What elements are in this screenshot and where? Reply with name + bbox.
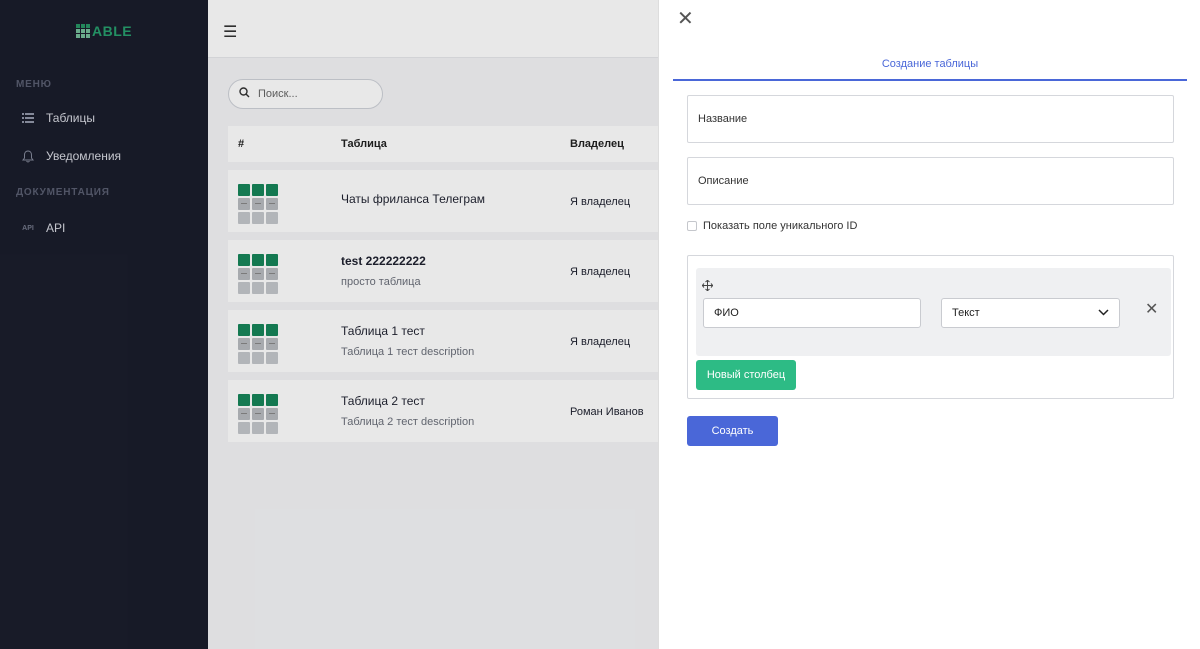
- name-field[interactable]: Название: [687, 95, 1174, 143]
- column-name-value: ФИО: [714, 307, 739, 319]
- drag-handle-icon[interactable]: [701, 279, 714, 294]
- modal-backdrop[interactable]: [0, 0, 658, 649]
- unique-id-option[interactable]: Показать поле уникального ID: [687, 220, 857, 232]
- unique-id-label: Показать поле уникального ID: [703, 220, 858, 232]
- columns-editor: ФИО Текст ✕ Новый столбец: [687, 255, 1174, 399]
- name-placeholder: Название: [698, 113, 748, 125]
- chevron-down-icon: [1098, 307, 1109, 319]
- create-button[interactable]: Создать: [687, 416, 778, 446]
- description-placeholder: Описание: [698, 175, 749, 187]
- tab-underline: [673, 79, 1187, 81]
- tab-create-table[interactable]: Создание таблицы: [673, 58, 1187, 70]
- new-column-button[interactable]: Новый столбец: [696, 360, 796, 390]
- description-field[interactable]: Описание: [687, 157, 1174, 205]
- remove-column-icon[interactable]: ✕: [1145, 302, 1158, 318]
- column-row: ФИО Текст ✕: [696, 268, 1171, 356]
- column-type-value: Текст: [952, 307, 980, 319]
- create-table-drawer: ✕ Создание таблицы Название Описание Пок…: [658, 0, 1200, 649]
- close-icon[interactable]: ✕: [677, 9, 694, 29]
- column-type-select[interactable]: Текст: [941, 298, 1120, 328]
- unique-id-checkbox[interactable]: [687, 221, 697, 231]
- column-name-input[interactable]: ФИО: [703, 298, 921, 328]
